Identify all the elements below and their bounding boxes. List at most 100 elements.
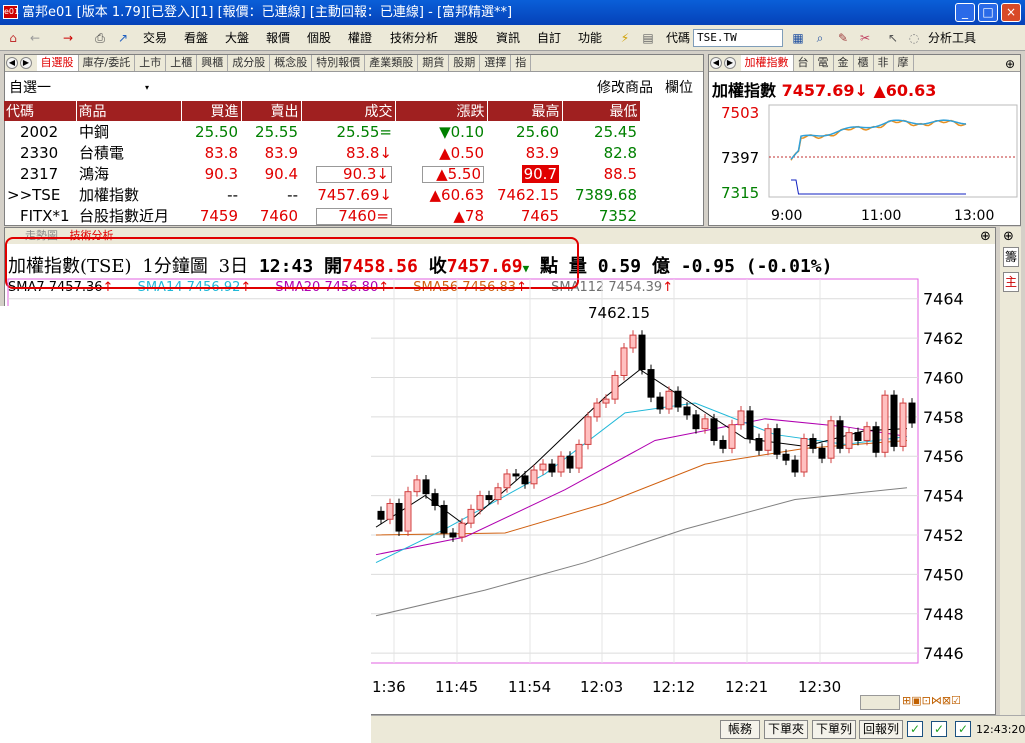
header-name[interactable]: 商品 bbox=[76, 101, 182, 121]
modify-items-button[interactable]: 修改商品 bbox=[593, 78, 653, 98]
tab-options[interactable]: 選擇 bbox=[480, 55, 512, 71]
tab-otc[interactable]: 上櫃 bbox=[166, 55, 198, 71]
cell-ask: 90.4 bbox=[264, 164, 298, 183]
table-row[interactable]: 2330 台積電 83.8 83.9 83.8↓ ▲0.50 83.9 82.8 bbox=[4, 142, 640, 163]
header-ask[interactable]: 賣出 bbox=[241, 101, 302, 121]
cell-change: ▲5.50 bbox=[422, 165, 484, 183]
tab-scroll-left-icon[interactable]: ◀ bbox=[6, 57, 18, 69]
tool-icon[interactable]: ✂ bbox=[857, 30, 873, 46]
menu-info[interactable]: 資訊 bbox=[496, 29, 520, 47]
menu-warrant[interactable]: 權證 bbox=[348, 29, 372, 47]
tab-watchlist[interactable]: 自選股 bbox=[36, 55, 79, 71]
tab-msci[interactable]: 摩 bbox=[894, 55, 914, 71]
tab-listed[interactable]: 上市 bbox=[135, 55, 167, 71]
alert-icon[interactable]: ✎ bbox=[835, 30, 851, 46]
tab-index[interactable]: 指 bbox=[511, 55, 532, 71]
candle-up bbox=[575, 443, 583, 469]
menu-technical[interactable]: 技術分析 bbox=[390, 29, 438, 47]
tab-inventory[interactable]: 庫存/委託 bbox=[79, 55, 136, 71]
table-row[interactable]: >>TSE 加權指數 -- -- 7457.69↓ ▲60.63 7462.15… bbox=[4, 184, 640, 205]
table-row[interactable]: FITX*1 台股指數近月 7459 7460 7460= ▲78 7465 7… bbox=[4, 205, 640, 226]
account-button[interactable]: 帳務 bbox=[720, 720, 760, 739]
header-high[interactable]: 最高 bbox=[487, 101, 563, 121]
tab-emerging[interactable]: 興櫃 bbox=[197, 55, 229, 71]
back-icon[interactable]: ← bbox=[27, 30, 43, 46]
x-axis: 1:36 11:45 11:54 12:03 12:12 12:21 12:30 bbox=[372, 678, 841, 696]
minimize-button[interactable]: _ bbox=[955, 3, 975, 22]
header-low[interactable]: 最低 bbox=[562, 101, 641, 121]
candle-down bbox=[755, 438, 763, 451]
report-bar-button[interactable]: 回報列 bbox=[859, 720, 903, 739]
mini-y-label: 7397 bbox=[721, 149, 759, 167]
side-label-main[interactable]: 主 bbox=[1003, 272, 1019, 292]
analysis-tools-menu[interactable]: 分析工具 bbox=[928, 29, 976, 47]
tab-scroll-right-icon[interactable]: ▶ bbox=[20, 57, 32, 69]
cell-ask: 83.9 bbox=[264, 143, 298, 162]
tab-futures[interactable]: 期貨 bbox=[418, 55, 450, 71]
candle-down bbox=[647, 369, 655, 398]
zoom-icon[interactable]: ⊕ bbox=[1003, 229, 1014, 244]
tab-special[interactable]: 特別報價 bbox=[312, 55, 366, 71]
code-input[interactable]: TSE.TW bbox=[693, 29, 783, 47]
menu-trade[interactable]: 交易 bbox=[143, 29, 167, 47]
zoom-icon[interactable]: ⊕ bbox=[1005, 57, 1015, 71]
mini-x-label: 9:00 bbox=[771, 208, 802, 224]
menu-stock[interactable]: 個股 bbox=[307, 29, 331, 47]
cell-name: 台積電 bbox=[79, 144, 125, 162]
check-icon[interactable]: ✓ bbox=[907, 721, 923, 737]
side-label-chip[interactable]: 籌 bbox=[1003, 247, 1019, 267]
tab-electronics[interactable]: 電 bbox=[814, 55, 834, 71]
maximize-button[interactable]: □ bbox=[978, 3, 998, 22]
table-row[interactable]: 2002 中鋼 25.50 25.55 25.55= ▼0.10 25.60 2… bbox=[4, 121, 640, 142]
header-bid[interactable]: 買進 bbox=[181, 101, 242, 121]
header-code[interactable]: 代碼 bbox=[4, 101, 77, 121]
menu-custom[interactable]: 自訂 bbox=[537, 29, 561, 47]
check-icon[interactable]: ✓ bbox=[955, 721, 971, 737]
tab-non-tech[interactable]: 非 bbox=[874, 55, 894, 71]
tab-concept[interactable]: 概念股 bbox=[270, 55, 313, 71]
candle-down bbox=[521, 475, 529, 485]
zoom-icon[interactable]: ⊕ bbox=[980, 229, 991, 244]
chart-tool-icons[interactable]: ⊞▣⊡⋈⊠☑ bbox=[902, 694, 961, 707]
tab-scroll-right-icon[interactable]: ▶ bbox=[724, 57, 736, 69]
menu-function[interactable]: 功能 bbox=[578, 29, 602, 47]
menu-watch[interactable]: 看盤 bbox=[184, 29, 208, 47]
cell-low: 7389.68 bbox=[574, 185, 637, 204]
home-icon[interactable]: ⌂ bbox=[5, 30, 21, 46]
header-last[interactable]: 成交 bbox=[301, 101, 396, 121]
close-button[interactable]: × bbox=[1001, 3, 1021, 22]
draw-icon[interactable]: ◌ bbox=[906, 30, 922, 46]
cell-name: 中鋼 bbox=[79, 123, 110, 141]
cell-change: ▲78 bbox=[453, 206, 484, 225]
cursor-icon[interactable]: ↖ bbox=[885, 30, 901, 46]
menu-market[interactable]: 大盤 bbox=[225, 29, 249, 47]
candle-down bbox=[746, 410, 754, 440]
quote-icon[interactable]: ▦ bbox=[790, 30, 806, 46]
tab-components[interactable]: 成分股 bbox=[228, 55, 271, 71]
header-change[interactable]: 漲跌 bbox=[395, 101, 488, 121]
order-folder-button[interactable]: 下單夾 bbox=[764, 720, 808, 739]
tab-scroll-left-icon[interactable]: ◀ bbox=[710, 57, 722, 69]
popout-icon[interactable]: ↗ bbox=[115, 30, 131, 46]
tab-industry[interactable]: 產業類股 bbox=[365, 55, 419, 71]
forward-icon[interactable]: → bbox=[60, 30, 76, 46]
flash-icon[interactable]: ⚡ bbox=[617, 30, 633, 46]
menu-quote[interactable]: 報價 bbox=[266, 29, 290, 47]
column-button[interactable]: 欄位 bbox=[661, 78, 693, 98]
check-icon[interactable]: ✓ bbox=[931, 721, 947, 737]
tab-taiex[interactable]: 加權指數 bbox=[740, 55, 794, 71]
chart-scrollbar[interactable] bbox=[860, 695, 900, 710]
tab-otc-index[interactable]: 櫃 bbox=[854, 55, 874, 71]
cell-high: 90.7 bbox=[521, 164, 559, 183]
order-bar-button[interactable]: 下單列 bbox=[812, 720, 856, 739]
print-icon[interactable]: ⎙ bbox=[92, 30, 108, 46]
mini-chart-change: ▲60.63 bbox=[873, 81, 937, 100]
tab-tai[interactable]: 台 bbox=[794, 55, 814, 71]
menu-screener[interactable]: 選股 bbox=[454, 29, 478, 47]
table-row[interactable]: 2317 鴻海 90.3 90.4 90.3↓ ▲5.50 90.7 88.5 bbox=[4, 163, 640, 184]
watchlist-selector[interactable]: 自選一 ▾ bbox=[5, 78, 155, 98]
search-icon[interactable]: ⌕ bbox=[812, 30, 828, 46]
tab-stock-futures[interactable]: 股期 bbox=[449, 55, 481, 71]
calendar-icon[interactable]: ▤ bbox=[640, 30, 656, 46]
tab-finance[interactable]: 金 bbox=[834, 55, 854, 71]
